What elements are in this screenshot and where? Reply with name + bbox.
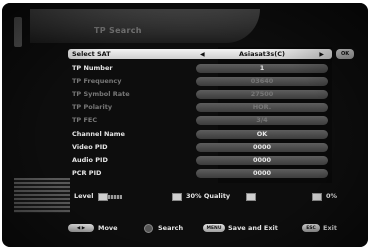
row-tp-polarity[interactable]: TP Polarity HOR. — [68, 102, 332, 112]
level-meter-bar — [108, 195, 122, 199]
row-label: TP FEC — [72, 116, 98, 124]
header-decoration — [30, 9, 260, 43]
row-value[interactable]: 0000 — [196, 155, 328, 165]
left-arrow-icon[interactable]: ◀ — [200, 51, 205, 58]
level-percent: 0% — [326, 192, 338, 200]
row-value[interactable]: 0000 — [196, 168, 328, 178]
row-audio-pid[interactable]: Audio PID 0000 — [68, 155, 332, 165]
quality-end-icon — [246, 193, 256, 201]
row-label: TP Frequency — [72, 77, 122, 85]
row-label: PCR PID — [72, 169, 102, 177]
row-label: Channel Name — [72, 130, 125, 138]
left-decor-bar — [14, 17, 22, 47]
row-label: TP Symbol Rate — [72, 90, 130, 98]
move-label: Move — [98, 224, 118, 232]
esc-key-icon: ESC — [302, 224, 320, 232]
row-value[interactable]: 03640 — [196, 76, 328, 86]
level-meter-icon — [98, 193, 108, 201]
percent-meter-icon — [312, 193, 322, 201]
row-value[interactable]: 27500 — [196, 89, 328, 99]
row-pcr-pid[interactable]: PCR PID 0000 — [68, 168, 332, 178]
row-value[interactable]: 3/4 — [196, 115, 328, 125]
page-title: TP Search — [94, 26, 142, 35]
row-video-pid[interactable]: Video PID 0000 — [68, 142, 332, 152]
left-decor-stripes — [14, 178, 70, 213]
sat-name: Asiasat3s(C) — [239, 50, 285, 58]
row-value[interactable]: 1 — [196, 63, 328, 73]
menu-key-icon: MENU — [203, 224, 225, 232]
row-tp-fec[interactable]: TP FEC 3/4 — [68, 115, 332, 125]
tp-search-panel: Select SAT ◀ Asiasat3s(C) ▶ TP Number 1 … — [68, 47, 332, 183]
row-select-sat[interactable]: Select SAT ◀ Asiasat3s(C) ▶ — [68, 49, 332, 59]
row-value[interactable]: 0000 — [196, 142, 328, 152]
quality-text: 30% Quality — [186, 192, 231, 200]
ok-key-icon — [144, 224, 153, 233]
row-value[interactable]: OK — [196, 129, 328, 139]
row-tp-symbol-rate[interactable]: TP Symbol Rate 27500 — [68, 89, 332, 99]
row-label: TP Number — [72, 64, 113, 72]
row-label: Select SAT — [72, 50, 111, 58]
exit-label: Exit — [323, 224, 337, 232]
row-label: Video PID — [72, 143, 108, 151]
row-channel-name[interactable]: Channel Name OK — [68, 129, 332, 139]
row-label: TP Polarity — [72, 103, 113, 111]
help-bar: ◀ ▶ Move Search MENU Save and Exit ESC E… — [68, 223, 368, 235]
ok-button[interactable]: OK — [336, 49, 354, 59]
move-arrows-icon: ◀ ▶ — [68, 224, 94, 232]
row-value[interactable]: ◀ Asiasat3s(C) ▶ — [196, 50, 328, 59]
row-label: Audio PID — [72, 156, 108, 164]
row-value[interactable]: HOR. — [196, 102, 328, 112]
search-label: Search — [158, 224, 184, 232]
level-label: Level — [74, 192, 94, 200]
row-tp-number[interactable]: TP Number 1 — [68, 63, 332, 73]
save-exit-label: Save and Exit — [228, 224, 278, 232]
signal-status-bar: Level 30% Quality 0% — [68, 192, 358, 204]
tv-screen: TP Search Select SAT ◀ Asiasat3s(C) ▶ TP… — [2, 3, 368, 247]
row-tp-frequency[interactable]: TP Frequency 03640 — [68, 76, 332, 86]
quality-meter-icon — [172, 193, 182, 201]
right-arrow-icon[interactable]: ▶ — [319, 51, 324, 58]
